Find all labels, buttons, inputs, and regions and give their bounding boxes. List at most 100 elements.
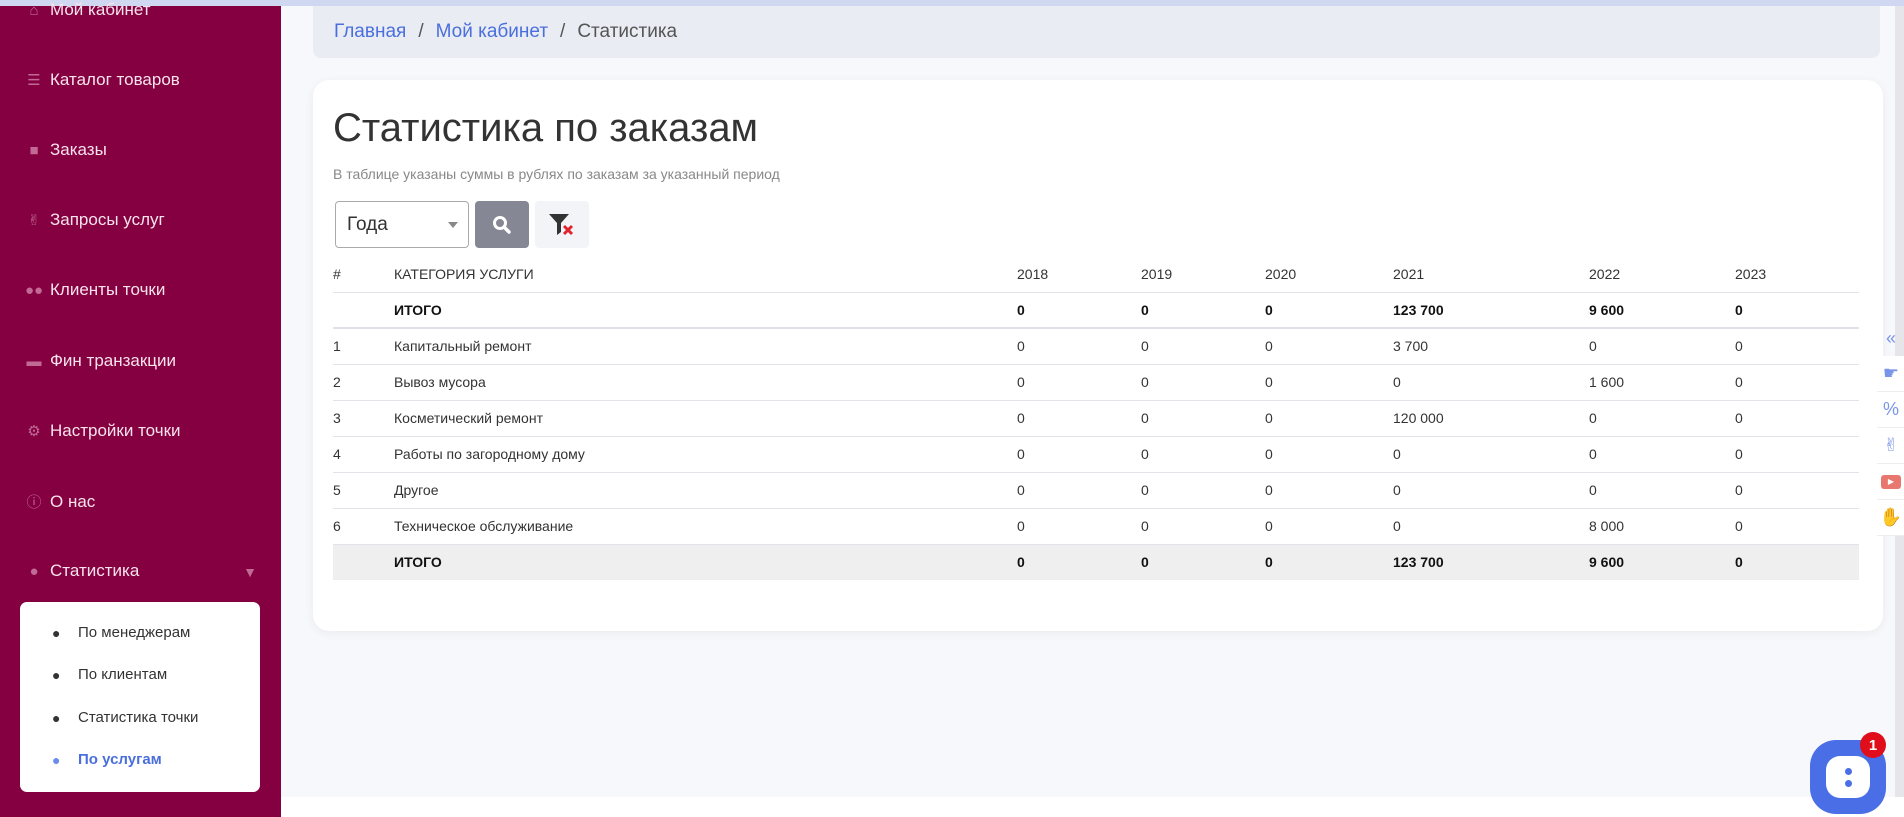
value-cell: 8 000 [1589, 508, 1735, 545]
lightbulb-icon: ● [52, 751, 61, 768]
sidebar-item-about[interactable]: ⓘ О нас [22, 491, 95, 512]
submenu-item-point-stats[interactable]: ● Статистика точки [52, 709, 198, 726]
lightbulb-icon: ● [52, 666, 61, 683]
value-cell: 0 [1265, 292, 1393, 329]
category-cell: Другое [394, 472, 1017, 509]
stats-table: # Категория услуги 2018 2019 2020 2021 2022 202… [333, 256, 1859, 580]
value-cell: 0 [1017, 328, 1141, 365]
value-cell: 0 [1735, 544, 1859, 580]
sidebar-item-catalog[interactable]: ☰ Каталог товаров [22, 70, 180, 90]
breadcrumb-current: Статистика [577, 21, 678, 42]
statistics-submenu: ● По менеджерам ● По клиентам ● Статистика … [20, 602, 260, 792]
value-cell: 1 600 [1589, 364, 1735, 401]
sidebar-item-statistics[interactable]: ● Статистика [22, 561, 139, 581]
value-cell: 0 [1735, 328, 1859, 365]
hand-peace-icon[interactable]: ✌ [1877, 428, 1904, 464]
column-header: 2019 [1141, 256, 1265, 293]
column-header: Категория услуги [394, 256, 1017, 293]
table-row: 4 Работы по загородному дому 0 0 0 0 0 0 [333, 436, 1859, 473]
sidebar-item-transactions[interactable]: ▬ Фин транзакции [22, 351, 177, 371]
value-cell: 0 [1393, 472, 1589, 509]
main-content: Главная / Мой кабинет / Статистика Стати… [281, 6, 1895, 797]
category-cell: Техническое обслуживание [394, 508, 1017, 545]
lightbulb-icon: ● [52, 624, 61, 641]
value-cell: 0 [1141, 436, 1265, 473]
sidebar-item-service-requests[interactable]: ✌ Запросы услуг [22, 210, 165, 230]
sidebar-item-clients[interactable]: ●● Клиенты точки [22, 280, 165, 300]
value-cell: 0 [1265, 472, 1393, 509]
value-cell: 123 700 [1393, 292, 1589, 329]
table-row: 3 Косметический ремонт 0 0 0 120 000 0 0 [333, 400, 1859, 437]
breadcrumb-separator: / [560, 21, 566, 42]
column-header: 2018 [1017, 256, 1141, 293]
value-cell: 0 [1017, 292, 1141, 329]
collapse-icon[interactable]: « [1877, 320, 1904, 356]
column-header: # [333, 256, 394, 293]
value-cell: 0 [1141, 472, 1265, 509]
table-row: 5 Другое 0 0 0 0 0 0 [333, 472, 1859, 509]
stats-card: Статистика по заказам В таблице указаны … [313, 80, 1883, 631]
value-cell: 0 [1735, 400, 1859, 437]
table-row: 2 Вывоз мусора 0 0 0 0 1 600 0 [333, 364, 1859, 401]
value-cell: 0 [1735, 436, 1859, 473]
value-cell: 0 [1017, 400, 1141, 437]
sidebar-item-cabinet[interactable]: ⌂ Мой кабинет [22, 0, 150, 20]
sidebar-item-orders[interactable]: ■ Заказы [22, 140, 106, 160]
breadcrumb-home[interactable]: Главная [334, 21, 406, 43]
breadcrumb: Главная / Мой кабинет / Статистика [313, 6, 1880, 58]
row-number: 3 [333, 400, 394, 437]
row-number: 5 [333, 472, 394, 509]
page-subtitle: В таблице указаны суммы в рублях по зака… [333, 166, 780, 182]
value-cell: 0 [1589, 400, 1735, 437]
value-cell: 0 [1393, 508, 1589, 545]
sidebar: ⌂ Мой кабинет ☰ Каталог товаров ■ Заказы ✌ З… [0, 0, 281, 817]
value-cell: 0 [1265, 328, 1393, 365]
chevron-down-icon[interactable]: ▼ [243, 564, 257, 580]
column-header: 2020 [1265, 256, 1393, 293]
value-cell: 0 [1017, 544, 1141, 580]
column-header: 2021 [1393, 256, 1589, 293]
value-cell: 0 [1735, 472, 1859, 509]
breadcrumb-cabinet[interactable]: Мой кабинет [436, 21, 548, 43]
value-cell: 0 [1265, 508, 1393, 545]
pointing-hand-icon[interactable]: ☛ [1877, 356, 1904, 392]
value-cell: 0 [1265, 544, 1393, 580]
money-icon: ▬ [26, 352, 42, 370]
submenu-item-clients[interactable]: ● По клиентам [52, 666, 167, 683]
category-cell: Вывоз мусора [394, 364, 1017, 401]
value-cell: 0 [1141, 508, 1265, 545]
value-cell: 0 [1141, 400, 1265, 437]
info-icon: ⓘ [26, 494, 42, 511]
category-cell: ИТОГО [394, 292, 1017, 329]
value-cell: 0 [1589, 472, 1735, 509]
row-number [333, 544, 394, 580]
period-select[interactable]: Года [335, 201, 469, 248]
row-number: 2 [333, 364, 394, 401]
percent-icon[interactable]: % [1877, 392, 1904, 428]
clear-filter-button[interactable] [535, 201, 589, 248]
value-cell: 0 [1735, 292, 1859, 329]
chat-notification-badge: 1 [1860, 732, 1886, 758]
value-cell: 0 [1141, 364, 1265, 401]
value-cell: 0 [1589, 436, 1735, 473]
value-cell: 0 [1265, 400, 1393, 437]
total-row: ИТОГО 0 0 0 123 700 9 600 0 [333, 544, 1859, 580]
submenu-item-managers[interactable]: ● По менеджерам [52, 624, 190, 641]
value-cell: 0 [1017, 364, 1141, 401]
category-cell: Работы по загородному дому [394, 436, 1017, 473]
users-icon: ●● [24, 281, 44, 299]
row-number [333, 292, 394, 329]
value-cell: 0 [1265, 436, 1393, 473]
hand-icon[interactable]: ✋ [1877, 500, 1904, 536]
value-cell: 0 [1017, 436, 1141, 473]
table-header: # Категория услуги 2018 2019 2020 2021 2022 202… [333, 256, 1859, 293]
value-cell: 9 600 [1589, 292, 1735, 329]
value-cell: 123 700 [1393, 544, 1589, 580]
category-cell: Капитальный ремонт [394, 328, 1017, 365]
row-number: 4 [333, 436, 394, 473]
submenu-item-services[interactable]: ● По услугам [52, 751, 162, 768]
sidebar-item-settings[interactable]: ⚙ Настройки точки [22, 421, 180, 441]
search-button[interactable] [475, 201, 529, 248]
youtube-icon[interactable]: ▶ [1877, 464, 1904, 500]
list-icon: ☰ [27, 72, 41, 89]
